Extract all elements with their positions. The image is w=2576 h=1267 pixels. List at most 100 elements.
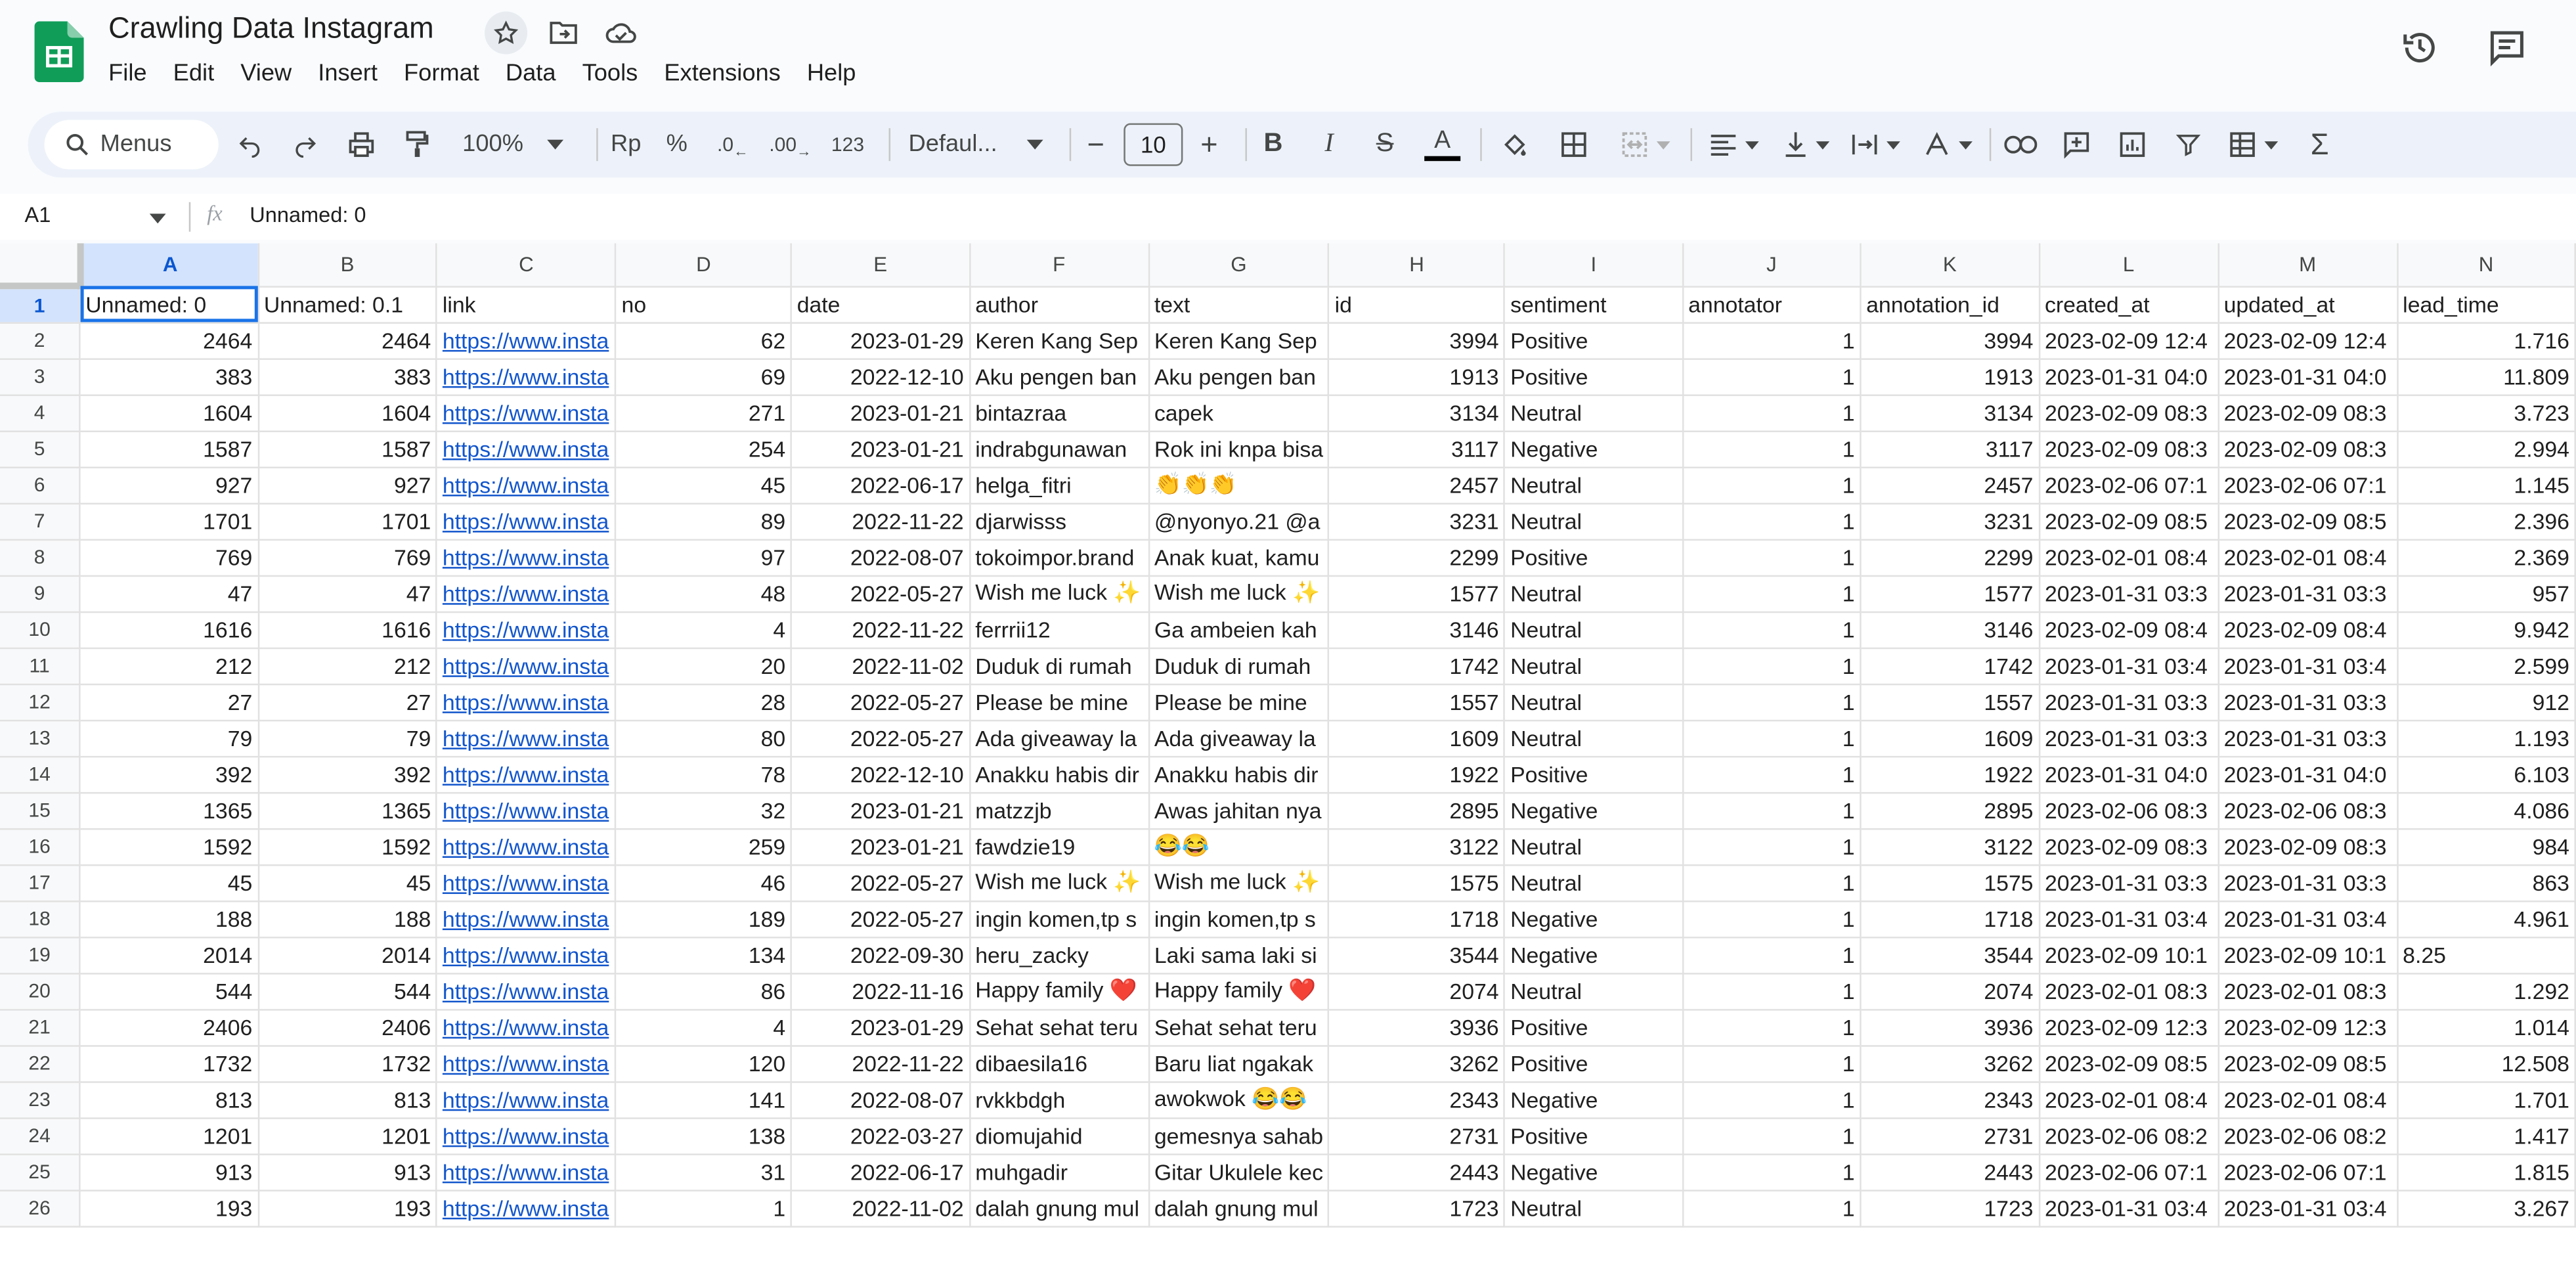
- cell[interactable]: 913: [79, 1153, 259, 1191]
- cell[interactable]: 1.815: [2397, 1153, 2576, 1191]
- cell[interactable]: 141: [615, 1081, 793, 1119]
- row-header[interactable]: 25: [0, 1153, 81, 1191]
- horizontal-align-icon[interactable]: [1703, 122, 1762, 167]
- cell[interactable]: 1: [1682, 791, 1862, 830]
- cell[interactable]: Negative: [1504, 1081, 1684, 1119]
- cell[interactable]: 1609: [1328, 719, 1506, 757]
- cell[interactable]: 2022-12-10: [791, 358, 971, 395]
- cell[interactable]: 👏👏👏: [1148, 466, 1330, 504]
- cell[interactable]: Sehat sehat teru: [1148, 1009, 1330, 1046]
- column-header[interactable]: C: [437, 243, 617, 287]
- cell[interactable]: https://www.insta: [437, 1081, 617, 1119]
- cell[interactable]: 3117: [1328, 430, 1506, 468]
- cell[interactable]: Neutral: [1504, 828, 1684, 866]
- cell[interactable]: 32: [615, 791, 793, 830]
- zoom-select[interactable]: 100%: [455, 122, 570, 167]
- cell[interactable]: 62: [615, 322, 793, 359]
- row-header[interactable]: 24: [0, 1117, 81, 1155]
- comments-icon[interactable]: [2482, 23, 2531, 72]
- cell[interactable]: Positive: [1504, 358, 1684, 395]
- cell[interactable]: 2023-01-29: [791, 1009, 971, 1046]
- cell[interactable]: Neutral: [1504, 611, 1684, 648]
- cell[interactable]: 79: [79, 719, 259, 757]
- cell[interactable]: matzzjb: [969, 791, 1150, 830]
- cell[interactable]: 46: [615, 864, 793, 902]
- cell[interactable]: 2406: [79, 1009, 259, 1046]
- cell[interactable]: https://www.insta: [437, 322, 617, 359]
- cell[interactable]: 2023-01-31 04:0: [2217, 755, 2398, 793]
- bold-button[interactable]: B: [1257, 122, 1290, 167]
- cell[interactable]: 2023-01-31 03:4: [2039, 647, 2219, 685]
- cell[interactable]: ferrrii12: [969, 611, 1150, 648]
- cell[interactable]: 8.25: [2397, 937, 2576, 974]
- cell[interactable]: https://www.insta: [437, 575, 617, 612]
- cell[interactable]: dibaesila16: [969, 1045, 1150, 1082]
- cell[interactable]: Happy family ❤️: [969, 973, 1150, 1010]
- cell[interactable]: https://www.insta: [437, 973, 617, 1010]
- table-view-icon[interactable]: [2223, 122, 2282, 167]
- cell[interactable]: 2443: [1328, 1153, 1506, 1191]
- cell[interactable]: 3231: [1860, 502, 2040, 540]
- cell[interactable]: 2.396: [2397, 502, 2576, 540]
- column-header[interactable]: K: [1860, 243, 2040, 287]
- cell[interactable]: Neutral: [1504, 394, 1684, 432]
- cell[interactable]: 2023-01-31 03:4: [2039, 1189, 2219, 1227]
- cell[interactable]: 1: [1682, 1153, 1862, 1191]
- cell[interactable]: 2023-02-09 08:3: [2217, 828, 2398, 866]
- cell[interactable]: 2022-06-17: [791, 1153, 971, 1191]
- cell[interactable]: 2023-01-31 03:4: [2217, 900, 2398, 938]
- print-icon[interactable]: [343, 122, 380, 167]
- cell[interactable]: 2022-09-30: [791, 937, 971, 974]
- cell[interactable]: 2023-01-31 03:4: [2217, 1189, 2398, 1227]
- font-select[interactable]: Defaul...: [909, 122, 1050, 167]
- cell[interactable]: 80: [615, 719, 793, 757]
- cell[interactable]: Neutral: [1504, 1189, 1684, 1227]
- row-header[interactable]: 2: [0, 322, 81, 359]
- cell[interactable]: Positive: [1504, 1009, 1684, 1046]
- cell[interactable]: 392: [79, 755, 259, 793]
- cell[interactable]: 2464: [258, 322, 438, 359]
- row-header[interactable]: 11: [0, 647, 81, 685]
- cell[interactable]: https://www.insta: [437, 791, 617, 830]
- cell[interactable]: 2023-02-09 12:3: [2039, 1009, 2219, 1046]
- cell[interactable]: 2022-12-10: [791, 755, 971, 793]
- cell[interactable]: 1723: [1328, 1189, 1506, 1227]
- cell[interactable]: 2023-01-31 03:3: [2217, 864, 2398, 902]
- cell[interactable]: 1: [1682, 358, 1862, 395]
- cell[interactable]: 2023-01-31 03:3: [2217, 683, 2398, 721]
- cell[interactable]: 20: [615, 647, 793, 685]
- cell[interactable]: 3146: [1860, 611, 2040, 648]
- cell[interactable]: 2023-02-06 08:2: [2217, 1117, 2398, 1155]
- cell[interactable]: https://www.insta: [437, 937, 617, 974]
- cell[interactable]: 27: [79, 683, 259, 721]
- cell[interactable]: https://www.insta: [437, 719, 617, 757]
- cell[interactable]: 2074: [1860, 973, 2040, 1010]
- cell[interactable]: https://www.insta: [437, 1153, 617, 1191]
- cell[interactable]: Neutral: [1504, 502, 1684, 540]
- cell[interactable]: Wish me luck ✨: [969, 864, 1150, 902]
- cell[interactable]: heru_zacky: [969, 937, 1150, 974]
- cell[interactable]: 1: [1682, 828, 1862, 866]
- cell[interactable]: 3.723: [2397, 394, 2576, 432]
- cell[interactable]: tokoimpor.brand: [969, 539, 1150, 576]
- cell[interactable]: 1922: [1860, 755, 2040, 793]
- cell[interactable]: 544: [258, 973, 438, 1010]
- cell[interactable]: Duduk di rumah: [969, 647, 1150, 685]
- cell[interactable]: 769: [258, 539, 438, 576]
- cell[interactable]: 212: [258, 647, 438, 685]
- column-header[interactable]: I: [1504, 243, 1684, 287]
- cell[interactable]: 2014: [79, 937, 259, 974]
- cell[interactable]: Ada giveaway la: [969, 719, 1150, 757]
- row-header[interactable]: 1: [0, 286, 81, 323]
- cell[interactable]: 1365: [79, 791, 259, 830]
- cell[interactable]: 2895: [1860, 791, 2040, 830]
- cloud-saved-icon[interactable]: [600, 12, 642, 55]
- cell[interactable]: 1: [615, 1189, 793, 1227]
- cell[interactable]: gemesnya sahab: [1148, 1117, 1330, 1155]
- row-header[interactable]: 3: [0, 358, 81, 395]
- cell[interactable]: 2022-11-22: [791, 611, 971, 648]
- cell[interactable]: 1604: [79, 394, 259, 432]
- text-wrap-icon[interactable]: [1845, 122, 1904, 167]
- column-header[interactable]: N: [2397, 243, 2576, 287]
- cell[interactable]: Negative: [1504, 430, 1684, 468]
